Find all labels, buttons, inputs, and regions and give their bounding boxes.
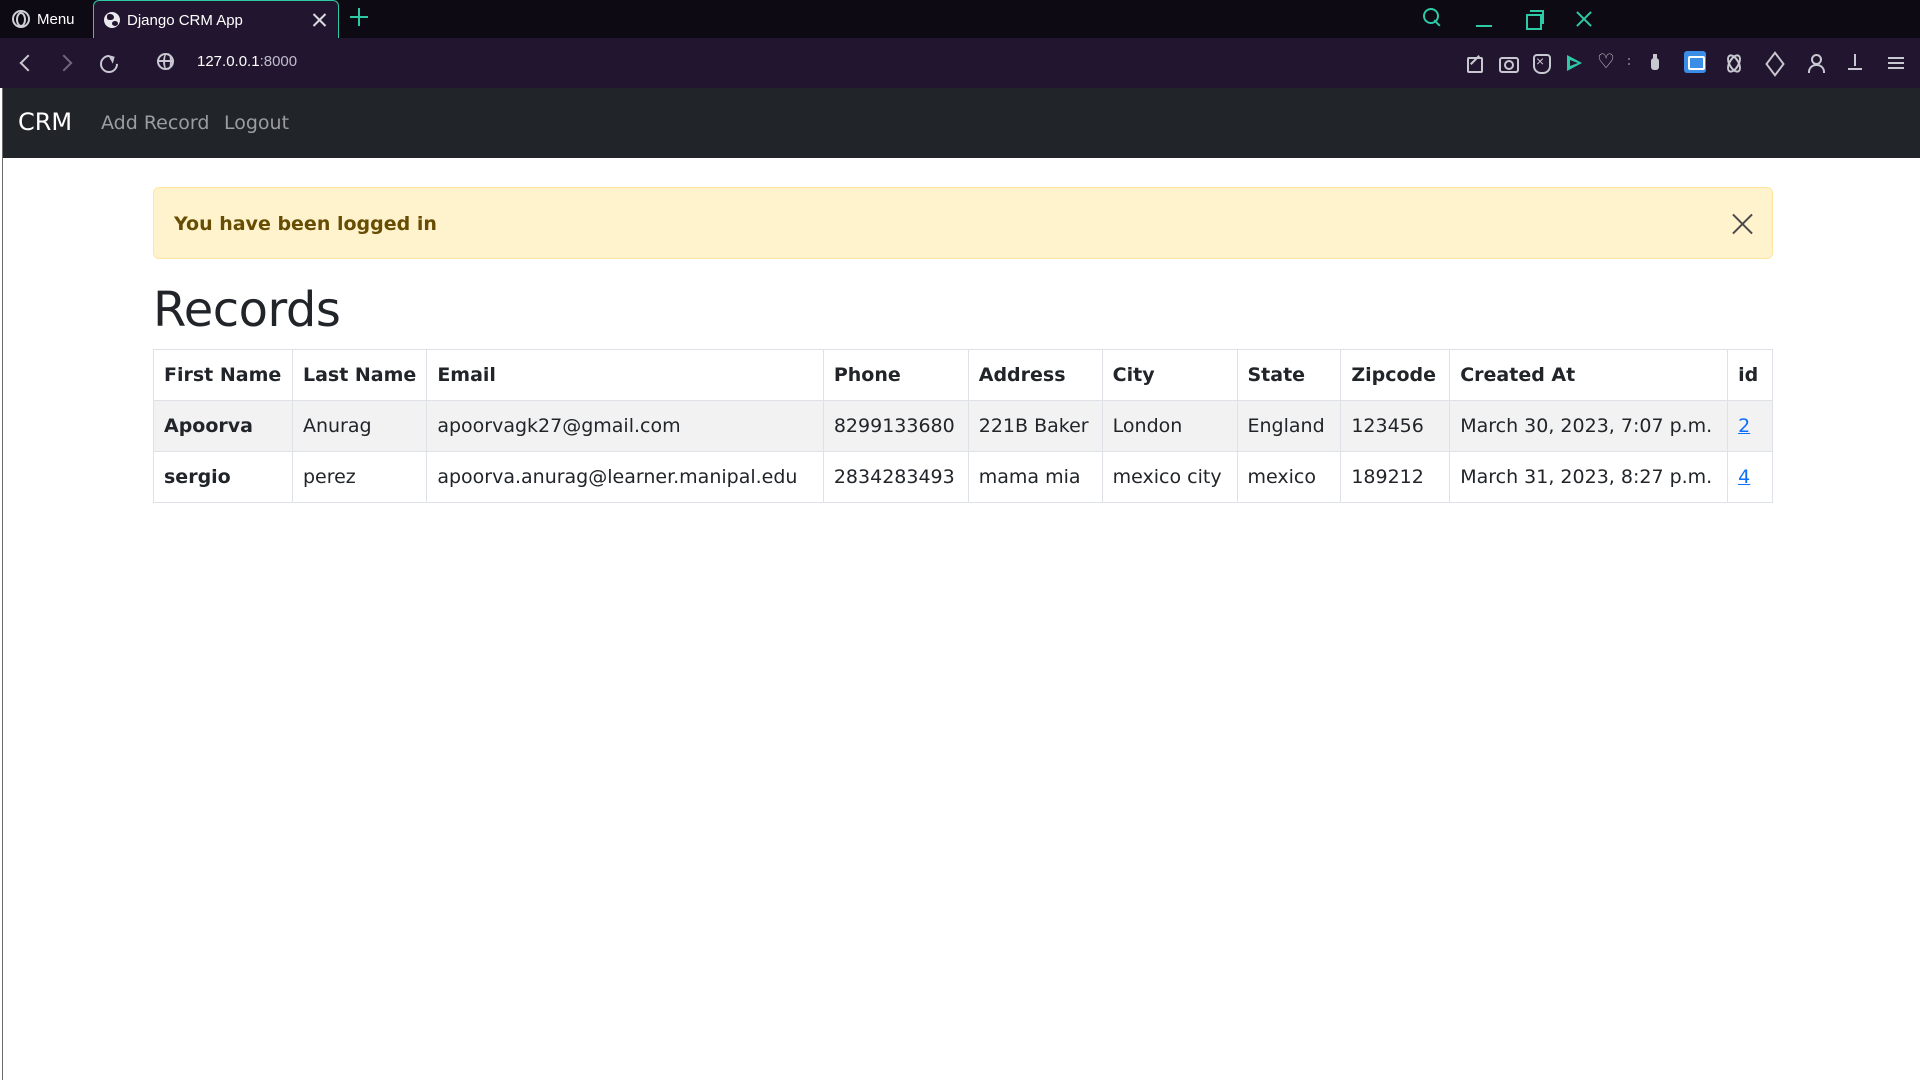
- url-port: :8000: [259, 53, 298, 70]
- record-id-link[interactable]: 4: [1738, 466, 1750, 488]
- forward-icon[interactable]: [56, 53, 76, 73]
- browser-tab-bar: Menu Django CRM App: [0, 0, 1920, 39]
- url-host: 127.0.0.1: [197, 53, 260, 70]
- url-field[interactable]: 127.0.0.1:8000: [197, 53, 297, 70]
- cell-id: 2: [1727, 400, 1773, 452]
- atom-icon[interactable]: [1724, 53, 1744, 73]
- back-icon[interactable]: [16, 53, 36, 73]
- cell-zipcode: 189212: [1340, 451, 1451, 503]
- cell-phone: 2834283493: [822, 451, 969, 503]
- reload-icon[interactable]: [98, 53, 118, 73]
- cell-state: England: [1236, 400, 1342, 452]
- cell-city: London: [1101, 400, 1238, 452]
- shield-icon[interactable]: [1531, 53, 1551, 74]
- column-header: Zipcode: [1340, 349, 1451, 401]
- cell-created-at: March 30, 2023, 7:07 p.m.: [1449, 400, 1729, 452]
- cell-email: apoorvagk27@gmail.com: [426, 400, 824, 452]
- column-header: Phone: [822, 349, 969, 401]
- search-tabs-icon[interactable]: [1422, 7, 1442, 27]
- globe-icon: [104, 12, 120, 28]
- brand-link[interactable]: CRM: [18, 108, 72, 136]
- box-icon[interactable]: [1764, 53, 1784, 73]
- nav-link-add-record[interactable]: Add Record: [101, 112, 209, 134]
- new-tab-plus-icon[interactable]: [350, 8, 368, 26]
- nav-link-logout[interactable]: Logout: [224, 112, 289, 134]
- column-header: Address: [967, 349, 1103, 401]
- record-id-link[interactable]: 2: [1738, 415, 1750, 437]
- cell-first-name: sergio: [153, 451, 293, 503]
- minimize-window-icon[interactable]: [1474, 9, 1494, 29]
- tab-close-icon[interactable]: [310, 11, 328, 29]
- edit-icon[interactable]: [1465, 53, 1485, 73]
- cell-address: 221B Baker: [967, 400, 1103, 452]
- column-header: State: [1236, 349, 1342, 401]
- restore-window-icon[interactable]: [1524, 9, 1544, 30]
- cell-id: 4: [1727, 451, 1773, 503]
- close-window-icon[interactable]: [1574, 9, 1594, 29]
- column-header: First Name: [153, 349, 293, 401]
- vpn-icon[interactable]: [1684, 51, 1706, 73]
- cell-state: mexico: [1236, 451, 1342, 503]
- cell-email: apoorva.anurag@learner.manipal.edu: [426, 451, 824, 503]
- heart-icon[interactable]: [1597, 49, 1617, 73]
- opera-logo-icon: [12, 10, 30, 28]
- page-viewport: CRM Add Record Logout You have been logg…: [2, 88, 1920, 1080]
- cell-city: mexico city: [1101, 451, 1238, 503]
- records-table: First Name Last Name Email Phone Address…: [153, 349, 1773, 503]
- browser-menu-label: Menu: [37, 10, 75, 28]
- settings-icon[interactable]: [1887, 53, 1907, 73]
- column-header: City: [1101, 349, 1238, 401]
- page-title: Records: [153, 282, 341, 338]
- cell-first-name: Apoorva: [153, 400, 293, 452]
- login-alert: You have been logged in: [153, 187, 1773, 259]
- column-header: Last Name: [291, 349, 428, 401]
- bottle-icon[interactable]: [1645, 53, 1665, 73]
- download-icon[interactable]: [1845, 53, 1865, 73]
- browser-tab-active[interactable]: Django CRM App: [93, 0, 339, 39]
- send-icon[interactable]: [1564, 53, 1584, 73]
- column-header: Email: [426, 349, 824, 401]
- main-container: You have been logged in Records First Na…: [153, 187, 1773, 503]
- toolbar-separator: [1628, 58, 1630, 60]
- browser-address-bar: 127.0.0.1:8000: [0, 38, 1920, 88]
- site-info-icon[interactable]: [157, 53, 174, 70]
- cell-zipcode: 123456: [1340, 400, 1451, 452]
- cell-last-name: Anurag: [291, 400, 428, 452]
- column-header: id: [1727, 349, 1773, 401]
- cell-last-name: perez: [291, 451, 428, 503]
- browser-menu-button[interactable]: Menu: [0, 0, 92, 38]
- table-row: Apoorva Anurag apoorvagk27@gmail.com 829…: [153, 400, 1773, 452]
- user-icon[interactable]: [1805, 53, 1825, 73]
- cell-created-at: March 31, 2023, 8:27 p.m.: [1449, 451, 1729, 503]
- cell-address: mama mia: [967, 451, 1103, 503]
- alert-close-icon[interactable]: [1730, 212, 1754, 236]
- tab-title: Django CRM App: [127, 11, 243, 29]
- alert-message: You have been logged in: [174, 213, 437, 235]
- camera-icon[interactable]: [1498, 53, 1519, 73]
- cell-phone: 8299133680: [822, 400, 969, 452]
- table-row: sergio perez apoorva.anurag@learner.mani…: [153, 451, 1773, 503]
- site-navbar: CRM Add Record Logout: [3, 88, 1920, 158]
- column-header: Created At: [1449, 349, 1729, 401]
- table-header-row: First Name Last Name Email Phone Address…: [153, 349, 1773, 401]
